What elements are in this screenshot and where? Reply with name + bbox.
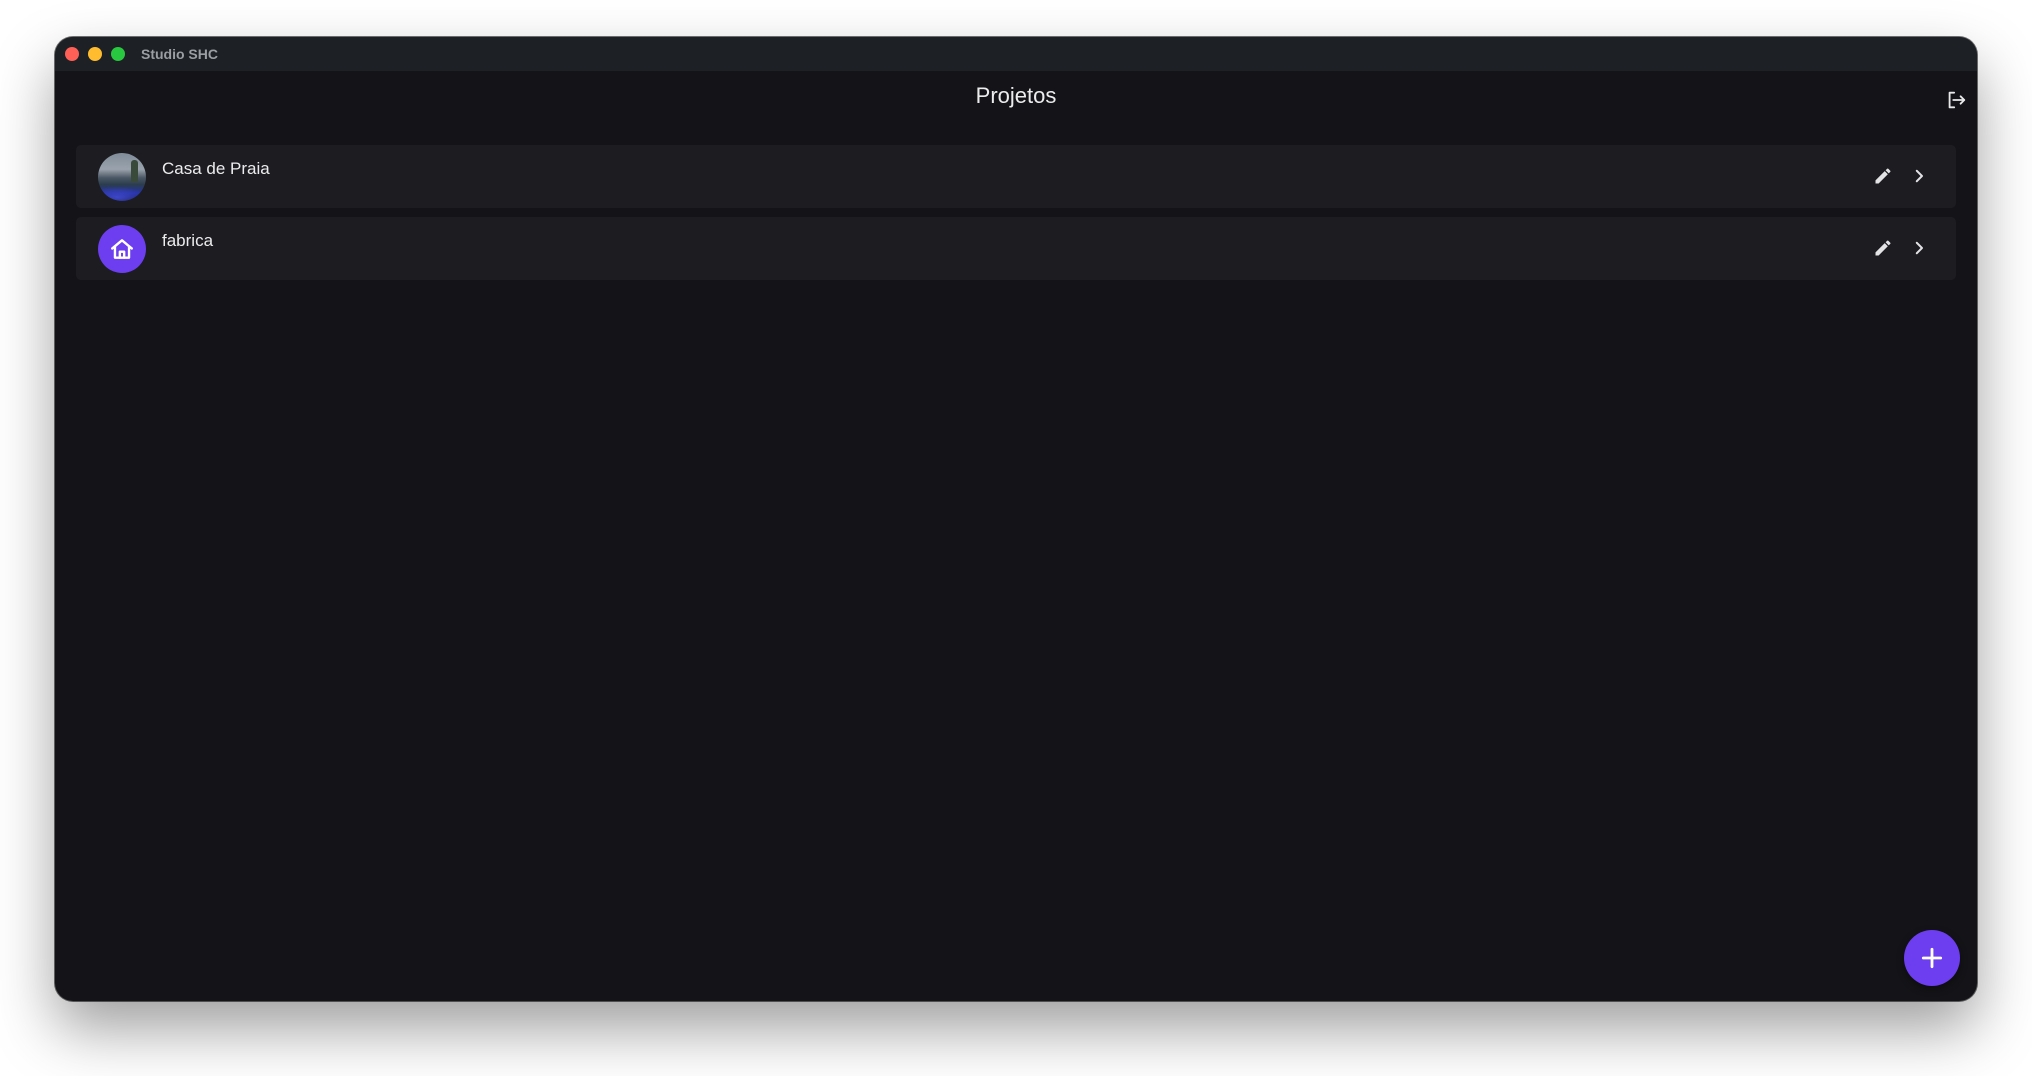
chevron-right-icon [1915,169,1923,183]
chevron-right-icon [1915,241,1923,255]
project-actions [1872,237,1930,259]
app-title: Studio SHC [141,46,218,62]
page-header: Projetos [55,71,1977,127]
open-project-button[interactable] [1908,165,1930,187]
add-project-button[interactable] [1904,930,1960,986]
project-list: Casa de Praia fabrica [76,145,1956,289]
project-actions [1872,165,1930,187]
project-avatar-photo [98,153,146,201]
close-window-button[interactable] [65,47,79,61]
project-name: fabrica [162,231,214,250]
open-project-button[interactable] [1908,237,1930,259]
page-title: Projetos [975,83,1057,108]
pencil-icon [1875,240,1891,256]
project-name: Casa de Praia [162,159,270,178]
project-row-casa-de-praia[interactable]: Casa de Praia [76,145,1956,208]
logout-icon [1948,91,1966,109]
minimize-window-button[interactable] [88,47,102,61]
project-avatar-home [98,225,146,273]
home-icon [111,239,133,259]
window-titlebar: Studio SHC [55,37,1977,71]
plus-icon [1921,947,1943,969]
app-window: Studio SHC Projetos Casa de Praia fabric… [55,37,1977,1001]
logout-button[interactable] [1943,87,1969,113]
edit-project-button[interactable] [1872,237,1894,259]
edit-project-button[interactable] [1872,165,1894,187]
pencil-icon [1875,168,1891,184]
project-row-fabrica[interactable]: fabrica [76,217,1956,280]
window-controls [65,47,125,61]
zoom-window-button[interactable] [111,47,125,61]
